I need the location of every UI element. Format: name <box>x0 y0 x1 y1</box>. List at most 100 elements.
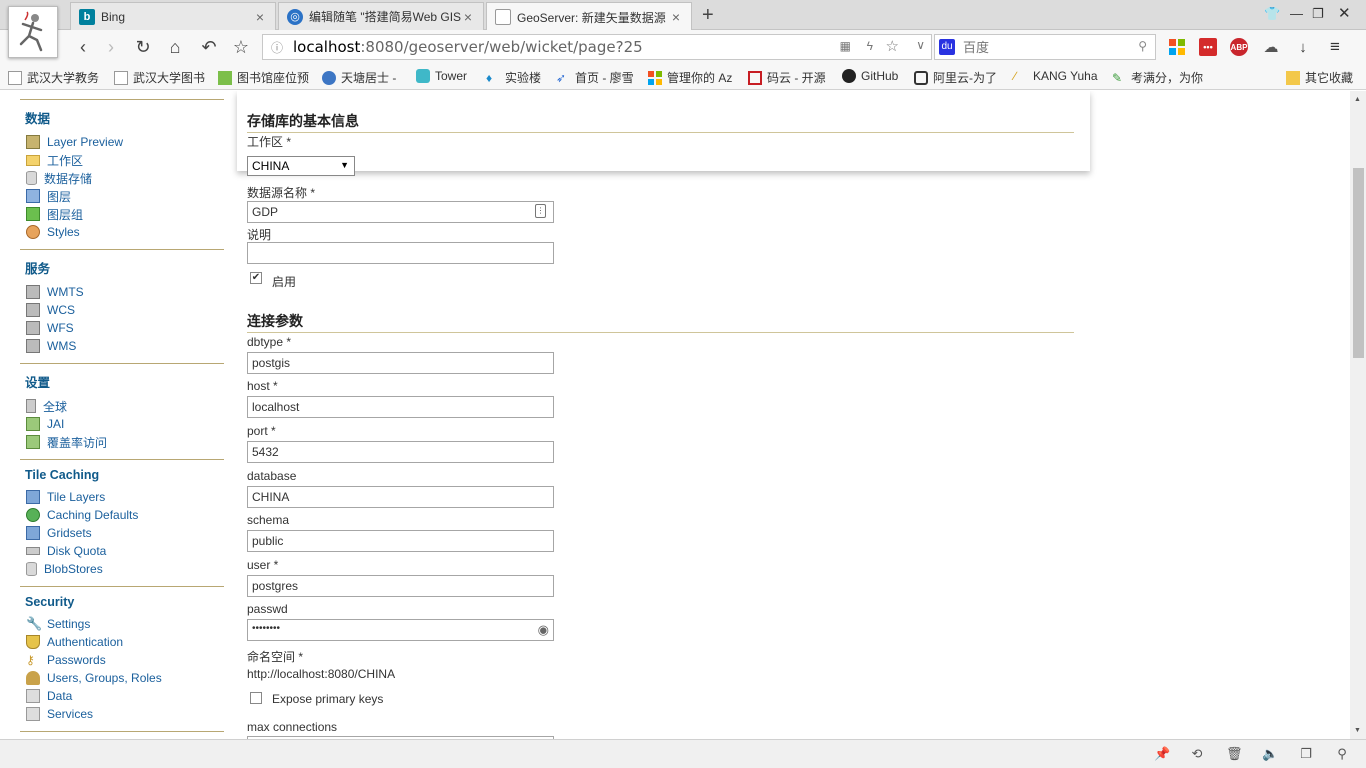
scroll-down-icon[interactable]: ▼ <box>1354 727 1361 734</box>
skin-icon[interactable]: 👕 <box>1264 6 1280 22</box>
qr-code-icon[interactable]: ▦ <box>840 39 851 53</box>
passwd-input[interactable]: •••••••• ◉ <box>247 619 554 641</box>
sidebar-item-wfs[interactable]: WFS <box>26 319 224 337</box>
reload-icon[interactable]: ↻ <box>132 36 154 58</box>
sidebar-item-security-settings[interactable]: 🔧 Settings <box>26 615 224 633</box>
dbtype-value: postgis <box>252 356 291 370</box>
home-icon[interactable]: ⌂ <box>164 36 186 58</box>
sidebar-item-users-groups-roles[interactable]: Users, Groups, Roles <box>26 669 224 687</box>
bookmark-item[interactable]: 天塘居士 - <box>322 69 396 86</box>
sidebar-item-layer-preview[interactable]: Layer Preview <box>26 133 224 151</box>
description-input[interactable] <box>247 242 554 264</box>
server-icon <box>26 399 36 413</box>
sidebar-item-wcs[interactable]: WCS <box>26 301 224 319</box>
sidebar-item-gridsets[interactable]: Gridsets <box>26 524 224 542</box>
apps-icon[interactable] <box>1168 38 1186 56</box>
tab-geoserver[interactable]: GeoServer: 新建矢量数据源 × <box>486 2 692 31</box>
host-input[interactable]: localhost <box>247 396 554 418</box>
bookmark-item[interactable]: 武汉大学图书 <box>114 69 205 86</box>
dbtype-input[interactable]: postgis <box>247 352 554 374</box>
sidebar-item-caching-defaults[interactable]: Caching Defaults <box>26 506 224 524</box>
favorite-star-icon[interactable]: ☆ <box>230 36 252 58</box>
bookmark-item[interactable]: 武汉大学教务 <box>8 69 99 86</box>
bookmark-item[interactable]: 管理你的 Az <box>648 69 732 86</box>
search-icon[interactable]: ⚲ <box>1138 39 1147 53</box>
datasource-name-input[interactable]: GDP ⋮ <box>247 201 554 223</box>
lightning-icon[interactable]: ϟ <box>867 39 873 53</box>
sidebar-item-disk-quota[interactable]: Disk Quota <box>26 542 224 560</box>
bookmark-item[interactable]: Tower <box>416 69 467 83</box>
enabled-checkbox[interactable]: ✔ <box>250 272 262 284</box>
page-scrollbar[interactable]: ▲ ▼ <box>1350 91 1366 739</box>
sidebar-item-coverage-access[interactable]: 覆盖率访问 <box>26 433 224 451</box>
close-tab-icon[interactable]: × <box>253 9 267 25</box>
workspace-select[interactable]: CHINA ▼ <box>247 156 355 176</box>
maximize-icon[interactable]: ❐ <box>1312 6 1324 22</box>
close-tab-icon[interactable]: × <box>461 9 475 25</box>
tab-cnblogs[interactable]: ◎ 编辑随笔 "搭建简易Web GIS × <box>278 2 484 30</box>
forward-icon[interactable]: › <box>100 36 122 58</box>
database-input[interactable]: CHINA <box>247 486 554 508</box>
sidebar-item-wms[interactable]: WMS <box>26 337 224 355</box>
sidebar-item-styles[interactable]: Styles <box>26 223 224 241</box>
schema-value: public <box>252 534 284 548</box>
bookmark-item[interactable]: 图书馆座位预 <box>218 69 309 86</box>
bookmark-item[interactable]: ➶ 首页 - 廖雪 <box>556 69 634 86</box>
search-input[interactable] <box>963 39 1123 55</box>
zoom-icon[interactable]: ⚲ <box>1334 746 1350 762</box>
sidebar-item-workspaces[interactable]: 工作区 <box>26 151 224 169</box>
expose-primary-keys-checkbox[interactable] <box>250 692 262 704</box>
user-input[interactable]: postgres <box>247 575 554 597</box>
bookmark-item[interactable]: ♦ 实验楼 <box>486 69 541 86</box>
sidebar-item-global[interactable]: 全球 <box>26 397 224 415</box>
close-window-icon[interactable]: ✕ <box>1338 4 1351 22</box>
new-tab-button[interactable]: + <box>702 4 714 27</box>
browser-logo[interactable] <box>8 6 58 58</box>
adblock-plus-icon[interactable]: ABP <box>1230 38 1248 56</box>
sidebar-item-label: Gridsets <box>47 526 92 540</box>
sidebar-item-tile-layers[interactable]: Tile Layers <box>26 488 224 506</box>
port-input[interactable]: 5432 <box>247 441 554 463</box>
minimize-icon[interactable]: — <box>1290 6 1303 21</box>
volume-icon[interactable]: 🔈 <box>1262 746 1278 762</box>
window-icon[interactable]: ❐ <box>1298 746 1314 762</box>
undo-icon[interactable]: ↶ <box>198 36 220 58</box>
more-extension-icon[interactable]: ••• <box>1199 38 1217 56</box>
network-icon[interactable]: ⟲ <box>1189 746 1205 762</box>
bookmark-folder-other[interactable]: 其它收藏 <box>1286 69 1353 86</box>
menu-icon[interactable]: ≡ <box>1326 37 1344 56</box>
sidebar-item-jai[interactable]: JAI <box>26 415 224 433</box>
sidebar-item-label: Caching Defaults <box>47 508 139 522</box>
sidebar-item-blobstores[interactable]: BlobStores <box>26 560 224 578</box>
bookmark-item[interactable]: GitHub <box>842 69 898 83</box>
tab-bing[interactable]: b Bing × <box>70 2 276 30</box>
dropdown-icon[interactable]: ∨ <box>916 38 925 52</box>
bookmark-star-icon[interactable]: ☆ <box>886 37 899 55</box>
sidebar-item-authentication[interactable]: Authentication <box>26 633 224 651</box>
download-icon[interactable]: ↓ <box>1294 38 1312 56</box>
address-bar[interactable]: ⓘ localhost:8080/geoserver/web/wicket/pa… <box>262 34 932 60</box>
cloud-icon[interactable]: ☁ <box>1262 38 1280 56</box>
schema-input[interactable]: public <box>247 530 554 552</box>
trash-icon[interactable]: 🗑 <box>1226 746 1243 762</box>
scroll-thumb[interactable] <box>1353 168 1364 358</box>
bookmark-item[interactable]: ✎ 考满分，为你 <box>1112 69 1203 86</box>
pin-icon[interactable]: 📌 <box>1154 746 1170 762</box>
close-tab-icon[interactable]: × <box>669 9 683 25</box>
back-icon[interactable]: ‹ <box>72 36 94 58</box>
sidebar-item-passwords[interactable]: ⚷ Passwords <box>26 651 224 669</box>
info-icon[interactable]: ⓘ <box>271 39 283 56</box>
sidebar-item-data-security[interactable]: Data <box>26 687 224 705</box>
password-reveal-icon[interactable]: ◉ <box>538 622 549 638</box>
sidebar-item-services-security[interactable]: Services <box>26 705 224 723</box>
search-box[interactable]: du ⚲ <box>934 34 1156 60</box>
bookmark-item[interactable]: 阿里云-为了 <box>914 69 997 86</box>
sidebar-item-stores[interactable]: 数据存储 <box>26 169 224 187</box>
sidebar-item-layer-groups[interactable]: 图层组 <box>26 205 224 223</box>
autofill-icon[interactable]: ⋮ <box>535 204 546 218</box>
bookmark-item[interactable]: 码云 - 开源 <box>748 69 826 86</box>
bookmark-item[interactable]: ∕ KANG Yuha <box>1014 69 1098 83</box>
sidebar-item-wmts[interactable]: WMTS <box>26 283 224 301</box>
scroll-up-icon[interactable]: ▲ <box>1354 96 1361 103</box>
sidebar-item-layers[interactable]: 图层 <box>26 187 224 205</box>
